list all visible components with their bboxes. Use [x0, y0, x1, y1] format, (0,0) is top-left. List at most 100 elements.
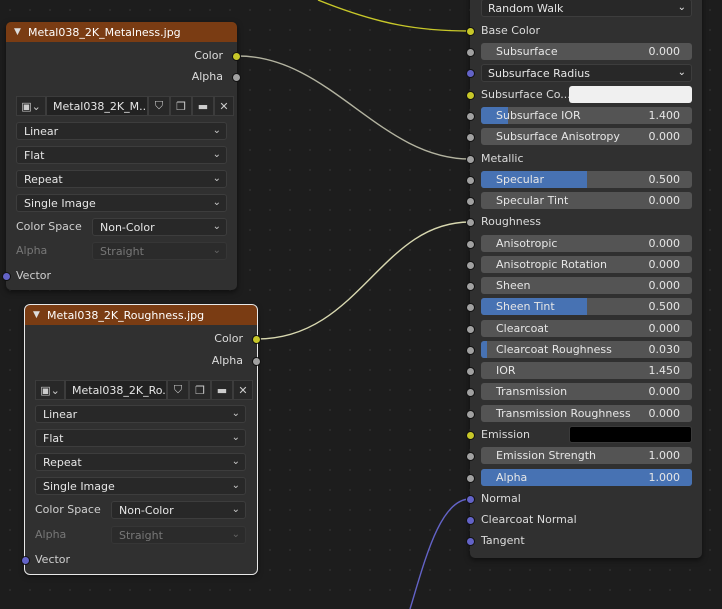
node-header[interactable]: ▼ Metal038_2K_Roughness.jpg [25, 305, 257, 325]
specular-slider[interactable]: Specular 0.500 [481, 171, 692, 188]
chevron-down-icon: ⌄ [231, 480, 240, 491]
fake-user-shield-icon[interactable]: ⛉ [148, 96, 170, 116]
emission-strength-socket[interactable] [466, 452, 475, 461]
input-vector-socket[interactable] [21, 556, 30, 565]
extension-dropdown[interactable]: Repeat ⌄ [16, 170, 227, 188]
image-selector[interactable]: ▣⌄ Metal038_2K_Ro... ⛉ ❐ ▬ ✕ [35, 380, 253, 400]
roughness-socket[interactable] [466, 218, 475, 227]
collapse-chevron-icon[interactable]: ▼ [14, 27, 28, 37]
subsurface-color-swatch[interactable] [569, 86, 692, 103]
specular-tint-socket[interactable] [466, 197, 475, 206]
output-color-socket[interactable] [232, 52, 241, 61]
projection-dropdown[interactable]: Flat ⌄ [35, 429, 246, 447]
image-browse-icon[interactable]: ▣⌄ [16, 96, 46, 116]
slider-value: 1.000 [648, 449, 681, 462]
link-to-normal [409, 498, 471, 609]
emission-socket[interactable] [466, 431, 475, 440]
open-folder-icon[interactable]: ▬ [211, 380, 233, 400]
clearcoat-socket[interactable] [466, 325, 475, 334]
fake-user-shield-icon[interactable]: ⛉ [167, 380, 189, 400]
sheen-socket[interactable] [466, 282, 475, 291]
transmission-slider[interactable]: Transmission 0.000 [481, 383, 692, 400]
interpolation-dropdown[interactable]: Linear ⌄ [35, 405, 246, 423]
slider-label: Sheen Tint [496, 300, 555, 313]
roughness-texture-node[interactable]: ▼ Metal038_2K_Roughness.jpg Color Alpha … [21, 304, 261, 575]
slider-value: 0.000 [648, 322, 681, 335]
anisotropic-rotation-socket[interactable] [466, 261, 475, 270]
unlink-close-icon[interactable]: ✕ [214, 96, 234, 116]
normal-socket[interactable] [466, 495, 475, 504]
source-value: Single Image [24, 196, 96, 210]
subsurface-radius-dropdown[interactable]: Subsurface Radius ⌄ [481, 64, 692, 82]
subsurface-anisotropy-socket[interactable] [466, 133, 475, 142]
link-to-base-color [317, 0, 471, 32]
link-roughness-color-to-roughness [256, 221, 471, 340]
subsurface-ior-socket[interactable] [466, 112, 475, 121]
projection-dropdown[interactable]: Flat ⌄ [16, 146, 227, 164]
image-name-field[interactable]: Metal038_2K_M... [46, 96, 148, 116]
subsurface-radius-socket[interactable] [466, 69, 475, 78]
unlink-close-icon[interactable]: ✕ [233, 380, 253, 400]
sheen-slider[interactable]: Sheen 0.000 [481, 277, 692, 294]
tangent-socket[interactable] [466, 537, 475, 546]
clearcoat-slider[interactable]: Clearcoat 0.000 [481, 320, 692, 337]
principled-bsdf-node[interactable]: Random Walk ⌄ Base Color Subsurface 0.000 … [466, 0, 702, 558]
emission-color-swatch[interactable] [569, 426, 692, 443]
specular-tint-slider[interactable]: Specular Tint 0.000 [481, 192, 692, 209]
roughness-label: Roughness [481, 215, 542, 228]
duplicate-icon[interactable]: ❐ [189, 380, 211, 400]
metallic-label: Metallic [481, 152, 524, 165]
input-vector-socket[interactable] [2, 272, 11, 281]
anisotropic-slider[interactable]: Anisotropic 0.000 [481, 235, 692, 252]
color-space-dropdown[interactable]: Non-Color ⌄ [92, 218, 227, 236]
node-header[interactable]: ▼ Metal038_2K_Metalness.jpg [6, 22, 237, 42]
subsurface-ior-slider[interactable]: Subsurface IOR 1.400 [481, 107, 692, 124]
open-folder-icon[interactable]: ▬ [192, 96, 214, 116]
output-color-socket[interactable] [252, 335, 261, 344]
transmission-socket[interactable] [466, 388, 475, 397]
collapse-chevron-icon[interactable]: ▼ [33, 310, 47, 320]
transmission-roughness-socket[interactable] [466, 410, 475, 419]
output-color-label: Color [194, 49, 223, 62]
clearcoat-roughness-slider[interactable]: Clearcoat Roughness 0.030 [481, 341, 692, 358]
extension-value: Repeat [24, 172, 63, 186]
subsurface-method-dropdown[interactable]: Random Walk ⌄ [481, 0, 692, 17]
alpha-mode-label: Alpha [35, 528, 67, 541]
ior-slider[interactable]: IOR 1.450 [481, 362, 692, 379]
anisotropic-socket[interactable] [466, 240, 475, 249]
interpolation-dropdown[interactable]: Linear ⌄ [16, 122, 227, 140]
ior-socket[interactable] [466, 367, 475, 376]
extension-value: Repeat [43, 455, 82, 469]
sheen-tint-slider[interactable]: Sheen Tint 0.500 [481, 298, 692, 315]
alpha-socket[interactable] [466, 474, 475, 483]
transmission-roughness-slider[interactable]: Transmission Roughness 0.000 [481, 405, 692, 422]
source-dropdown[interactable]: Single Image ⌄ [16, 194, 227, 212]
specular-socket[interactable] [466, 176, 475, 185]
slider-value: 0.000 [648, 258, 681, 271]
subsurface-anisotropy-slider[interactable]: Subsurface Anisotropy 0.000 [481, 128, 692, 145]
image-browse-icon[interactable]: ▣⌄ [35, 380, 65, 400]
subsurface-color-socket[interactable] [466, 91, 475, 100]
slider-label: Anisotropic [496, 237, 558, 250]
output-alpha-socket[interactable] [232, 73, 241, 82]
alpha-slider[interactable]: Alpha 1.000 [481, 469, 692, 486]
sheen-tint-socket[interactable] [466, 303, 475, 312]
subsurface-slider[interactable]: Subsurface 0.000 [481, 43, 692, 60]
alpha-mode-value: Straight [119, 528, 163, 542]
metallic-socket[interactable] [466, 155, 475, 164]
clearcoat-roughness-socket[interactable] [466, 346, 475, 355]
extension-dropdown[interactable]: Repeat ⌄ [35, 453, 246, 471]
metalness-texture-node[interactable]: ▼ Metal038_2K_Metalness.jpg Color Alpha … [2, 22, 241, 290]
color-space-dropdown[interactable]: Non-Color ⌄ [111, 501, 246, 519]
emission-label: Emission [481, 428, 530, 441]
image-name-field[interactable]: Metal038_2K_Ro... [65, 380, 167, 400]
subsurface-socket[interactable] [466, 48, 475, 57]
image-selector[interactable]: ▣⌄ Metal038_2K_M... ⛉ ❐ ▬ ✕ [16, 96, 234, 116]
clearcoat-normal-socket[interactable] [466, 516, 475, 525]
output-alpha-socket[interactable] [252, 357, 261, 366]
duplicate-icon[interactable]: ❐ [170, 96, 192, 116]
source-dropdown[interactable]: Single Image ⌄ [35, 477, 246, 495]
base-color-socket[interactable] [466, 27, 475, 36]
emission-strength-slider[interactable]: Emission Strength 1.000 [481, 447, 692, 464]
anisotropic-rotation-slider[interactable]: Anisotropic Rotation 0.000 [481, 256, 692, 273]
